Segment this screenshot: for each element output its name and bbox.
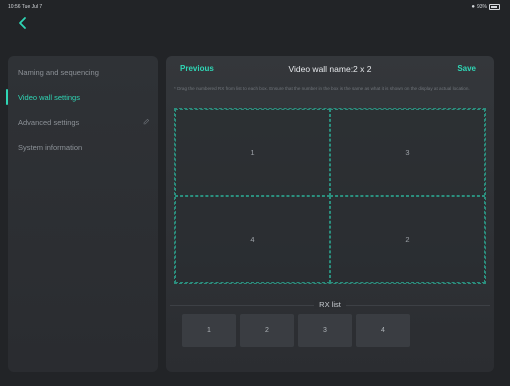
sidebar: Naming and sequencing Video wall setting… bbox=[6, 56, 158, 372]
sidebar-item-label: Video wall settings bbox=[18, 93, 80, 102]
wall-cell[interactable]: 4 bbox=[175, 196, 330, 283]
battery-percent: 93% bbox=[476, 4, 487, 10]
status-indicators: ● 93% bbox=[471, 4, 500, 10]
rx-list-title: RX list bbox=[314, 300, 346, 309]
instructions-text: * Drag the numbered RX from list to each… bbox=[174, 86, 470, 91]
rx-list-heading: RX list bbox=[166, 300, 494, 309]
sidebar-item-naming[interactable]: Naming and sequencing bbox=[8, 62, 158, 82]
edit-icon bbox=[143, 118, 150, 125]
sidebar-item-system-info[interactable]: System information bbox=[8, 137, 158, 157]
sidebar-item-advanced[interactable]: Advanced settings bbox=[8, 112, 158, 132]
back-button[interactable] bbox=[14, 14, 34, 32]
wall-cell[interactable]: 3 bbox=[330, 109, 485, 196]
sidebar-item-video-wall[interactable]: Video wall settings bbox=[6, 87, 158, 107]
rx-tile[interactable]: 4 bbox=[356, 314, 410, 347]
rx-tile[interactable]: 2 bbox=[240, 314, 294, 347]
sidebar-item-label: System information bbox=[18, 143, 83, 152]
chevron-left-icon bbox=[19, 17, 26, 29]
rx-tile[interactable]: 3 bbox=[298, 314, 352, 347]
video-wall-grid: 1 3 4 2 bbox=[174, 108, 486, 284]
page-title: Video wall name:2 x 2 bbox=[288, 64, 372, 74]
battery-icon bbox=[489, 4, 500, 10]
status-bar: 10:56 Tue Jul 7 ● 93% bbox=[0, 0, 510, 12]
video-wall-panel: Previous Video wall name:2 x 2 Save * Dr… bbox=[166, 56, 494, 372]
status-time: 10:56 Tue Jul 7 bbox=[8, 4, 43, 10]
sidebar-item-label: Advanced settings bbox=[18, 118, 80, 127]
save-button[interactable]: Save bbox=[457, 64, 476, 73]
sidebar-item-label: Naming and sequencing bbox=[18, 68, 99, 77]
wall-cell[interactable]: 2 bbox=[330, 196, 485, 283]
rx-tile[interactable]: 1 bbox=[182, 314, 236, 347]
wifi-icon: ● bbox=[471, 4, 475, 10]
wall-cell[interactable]: 1 bbox=[175, 109, 330, 196]
